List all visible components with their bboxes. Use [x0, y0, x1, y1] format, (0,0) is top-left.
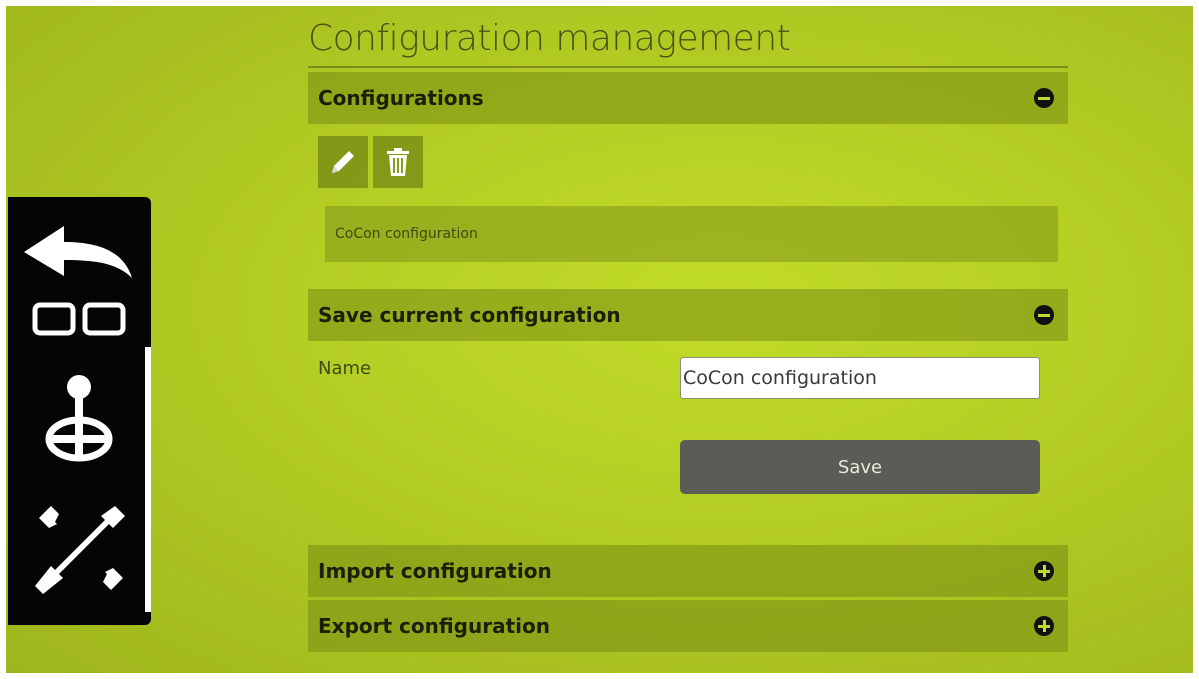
tools-button[interactable] [18, 493, 140, 603]
section-configurations[interactable]: Configurations [308, 72, 1068, 124]
name-label: Name [318, 358, 372, 379]
sidebar [8, 197, 151, 625]
pencil-icon [332, 151, 354, 173]
save-button[interactable]: Save [680, 440, 1040, 494]
collapse-icon[interactable] [1034, 88, 1054, 108]
section-label: Import configuration [318, 559, 552, 583]
edit-button[interactable] [318, 136, 368, 188]
layout-button[interactable] [18, 294, 140, 344]
title-divider [308, 66, 1068, 68]
trash-icon [387, 148, 409, 176]
collapse-icon[interactable] [1034, 305, 1054, 325]
name-input[interactable] [680, 357, 1040, 399]
scrollbar[interactable] [145, 347, 151, 612]
section-label: Export configuration [318, 614, 550, 638]
section-label: Save current configuration [318, 303, 621, 327]
delete-button[interactable] [373, 136, 423, 188]
layout-icon [32, 302, 126, 336]
list-item[interactable]: CoCon configuration [325, 206, 1058, 262]
section-import[interactable]: Import configuration [308, 545, 1068, 597]
page-title: Configuration management [308, 18, 791, 59]
back-button[interactable] [18, 219, 140, 285]
configuration-name: CoCon configuration [335, 226, 478, 242]
joystick-icon [45, 375, 113, 462]
expand-icon[interactable] [1034, 561, 1054, 581]
expand-icon[interactable] [1034, 616, 1054, 636]
section-save-current[interactable]: Save current configuration [308, 289, 1068, 341]
back-arrow-icon [24, 226, 132, 278]
section-label: Configurations [318, 86, 484, 110]
joystick-button[interactable] [18, 369, 140, 465]
tools-icon [35, 506, 125, 594]
section-export[interactable]: Export configuration [308, 600, 1068, 652]
